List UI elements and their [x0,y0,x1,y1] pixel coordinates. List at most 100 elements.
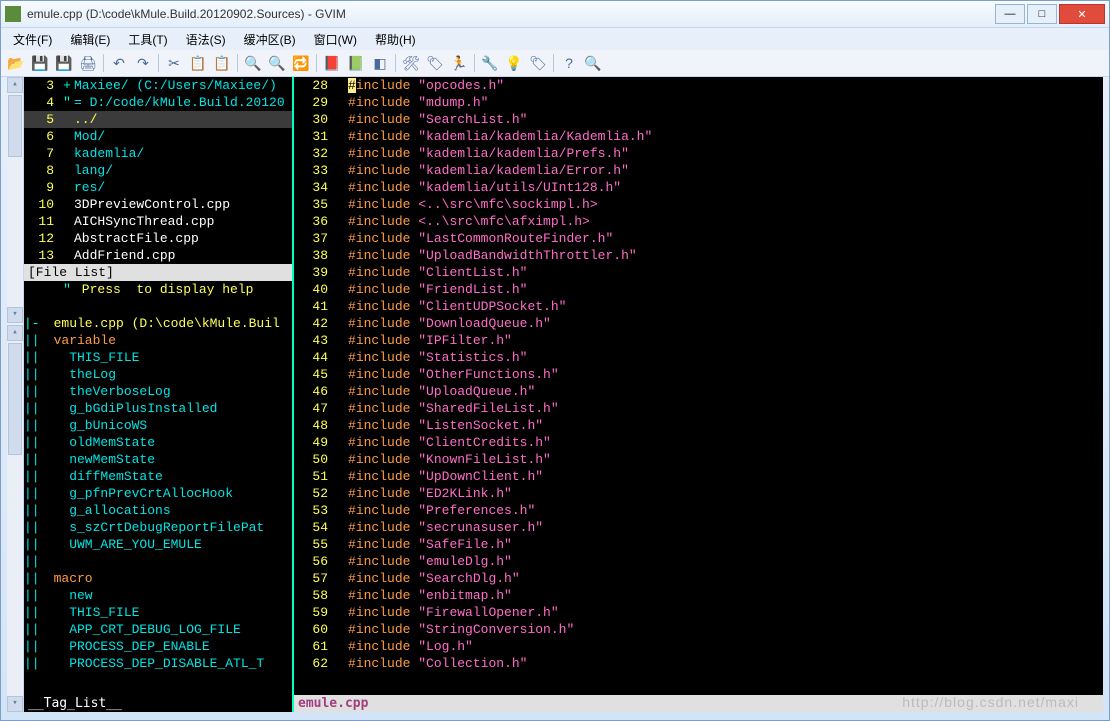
help-icon[interactable]: ? [560,54,578,72]
code-line[interactable]: 13AddFriend.cpp [24,247,292,264]
tag-item[interactable]: || UWM_ARE_YOU_EMULE [24,536,292,553]
scroll-down-icon[interactable]: ▾ [7,696,23,712]
menu-help[interactable]: 帮助(H) [367,29,424,50]
book-icon[interactable]: 📕 [323,54,341,72]
paste-icon[interactable]: 📋 [213,54,231,72]
menu-window[interactable]: 窗口(W) [306,29,365,50]
saveall-icon[interactable]: 💾 [55,54,73,72]
code-line[interactable]: 48#include "ListenSocket.h" [294,417,1103,434]
scroll-thumb[interactable] [8,95,22,157]
code-line[interactable]: 37#include "LastCommonRouteFinder.h" [294,230,1103,247]
menu-buffer[interactable]: 缓冲区(B) [236,29,304,50]
highlight-icon[interactable]: 💡 [505,54,523,72]
code-line[interactable]: 3+Maxiee/ (C:/Users/Maxiee/) [24,77,292,94]
tag-item[interactable]: || variable [24,332,292,349]
tag-item[interactable]: || oldMemState [24,434,292,451]
code-line[interactable]: 8lang/ [24,162,292,179]
undo-icon[interactable]: ↶ [110,54,128,72]
redo-icon[interactable]: ↷ [134,54,152,72]
code-line[interactable]: 42#include "DownloadQueue.h" [294,315,1103,332]
code-line[interactable]: 41#include "ClientUDPSocket.h" [294,298,1103,315]
tag-item[interactable]: || THIS_FILE [24,349,292,366]
open-icon[interactable]: 📂 [7,54,25,72]
code-line[interactable]: 43#include "IPFilter.h" [294,332,1103,349]
code-line[interactable]: 39#include "ClientList.h" [294,264,1103,281]
code-line[interactable]: 53#include "Preferences.h" [294,502,1103,519]
code-line[interactable]: 5../ [24,111,292,128]
replace-icon[interactable]: 🔁 [292,54,310,72]
code-line[interactable]: 35#include <..\src\mfc\sockimpl.h> [294,196,1103,213]
tag-item[interactable]: || PROCESS_DEP_ENABLE [24,638,292,655]
code-line[interactable]: 58#include "enbitmap.h" [294,587,1103,604]
titlebar[interactable]: emule.cpp (D:\code\kMule.Build.20120902.… [1,1,1109,28]
ctags-icon[interactable]: 🏷 [426,54,444,72]
code-line[interactable]: 45#include "OtherFunctions.h" [294,366,1103,383]
code-line[interactable]: 55#include "SafeFile.h" [294,536,1103,553]
scroll-down-icon[interactable]: ▾ [7,307,23,323]
code-line[interactable]: 31#include "kademlia/kademlia/Kademlia.h… [294,128,1103,145]
code-line[interactable]: 47#include "SharedFileList.h" [294,400,1103,417]
code-line[interactable]: 36#include <..\src\mfc\afximpl.h> [294,213,1103,230]
code-line[interactable]: 50#include "KnownFileList.h" [294,451,1103,468]
code-line[interactable]: 29#include "mdump.h" [294,94,1103,111]
code-line[interactable]: 11AICHSyncThread.cpp [24,213,292,230]
code-line[interactable]: 32#include "kademlia/kademlia/Prefs.h" [294,145,1103,162]
minimize-button[interactable]: — [995,4,1025,24]
left-scrollbar[interactable]: ▴ ▾ ▴ ▾ [7,77,24,712]
code-line[interactable]: 6Mod/ [24,128,292,145]
tag-item[interactable]: || THIS_FILE [24,604,292,621]
code-line[interactable]: " Press to display help [24,281,292,298]
menu-edit[interactable]: 编辑(E) [62,29,118,50]
config-icon[interactable]: 🔧 [481,54,499,72]
run-icon[interactable]: 🏃 [450,54,468,72]
code-line[interactable]: 40#include "FriendList.h" [294,281,1103,298]
scroll-up-icon[interactable]: ▴ [7,325,23,341]
code-line[interactable]: 60#include "StringConversion.h" [294,621,1103,638]
make-icon[interactable]: 🛠 [402,54,420,72]
maximize-button[interactable]: □ [1027,4,1057,24]
tag-item[interactable]: || theVerboseLog [24,383,292,400]
save-icon[interactable]: 💾 [31,54,49,72]
eraser-icon[interactable]: ◧ [371,54,389,72]
code-line[interactable]: 49#include "ClientCredits.h" [294,434,1103,451]
find-icon[interactable]: 🔍 [244,54,262,72]
code-line[interactable]: 56#include "emuleDlg.h" [294,553,1103,570]
code-line[interactable]: 28#include "opcodes.h" [294,77,1103,94]
tag-item[interactable]: || PROCESS_DEP_DISABLE_ATL_T [24,655,292,672]
scroll-thumb[interactable] [8,343,22,455]
tag-item[interactable]: || g_pfnPrevCrtAllocHook [24,485,292,502]
tag-item[interactable]: || [24,553,292,570]
tag-item[interactable]: || macro [24,570,292,587]
tag-item[interactable]: || g_bGdiPlusInstalled [24,400,292,417]
tag-item[interactable]: || APP_CRT_DEBUG_LOG_FILE [24,621,292,638]
code-line[interactable]: 38#include "UploadBandwidthThrottler.h" [294,247,1103,264]
code-line[interactable]: 12AbstractFile.cpp [24,230,292,247]
menu-tools[interactable]: 工具(T) [120,29,175,50]
tag-item[interactable]: || theLog [24,366,292,383]
print-icon[interactable]: 🖨 [79,54,97,72]
copy-icon[interactable]: 📋 [189,54,207,72]
book2-icon[interactable]: 📗 [347,54,365,72]
code-line[interactable]: 4"= D:/code/kMule.Build.20120 [24,94,292,111]
code-line[interactable]: 34#include "kademlia/utils/UInt128.h" [294,179,1103,196]
code-line[interactable]: 61#include "Log.h" [294,638,1103,655]
tag-item[interactable]: || s_szCrtDebugReportFilePat [24,519,292,536]
code-line[interactable]: 33#include "kademlia/kademlia/Error.h" [294,162,1103,179]
code-line[interactable]: 59#include "FirewallOpener.h" [294,604,1103,621]
code-line[interactable]: 57#include "SearchDlg.h" [294,570,1103,587]
code-line[interactable]: 7kademlia/ [24,145,292,162]
cut-icon[interactable]: ✂ [165,54,183,72]
code-line[interactable]: 103DPreviewControl.cpp [24,196,292,213]
code-line[interactable]: 51#include "UpDownClient.h" [294,468,1103,485]
findnext-icon[interactable]: 🔍 [268,54,286,72]
tag-item[interactable]: || newMemState [24,451,292,468]
search-icon[interactable]: 🔍 [584,54,602,72]
code-line[interactable]: 9res/ [24,179,292,196]
menu-syntax[interactable]: 语法(S) [178,29,234,50]
code-line[interactable]: 62#include "Collection.h" [294,655,1103,672]
tag-item[interactable]: || new [24,587,292,604]
menu-file[interactable]: 文件(F) [5,29,60,50]
left-pane[interactable]: 3+Maxiee/ (C:/Users/Maxiee/)4"= D:/code/… [24,77,292,712]
code-line[interactable]: 54#include "secrunasuser.h" [294,519,1103,536]
code-line[interactable]: 46#include "UploadQueue.h" [294,383,1103,400]
